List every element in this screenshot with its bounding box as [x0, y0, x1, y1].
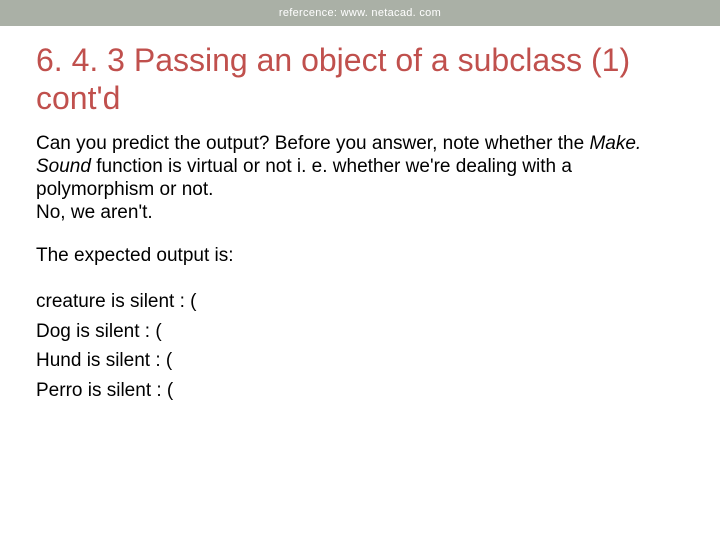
- output-line: creature is silent : (: [36, 287, 684, 316]
- output-block: creature is silent : ( Dog is silent : (…: [36, 287, 684, 405]
- expected-label: The expected output is:: [36, 244, 684, 267]
- p1-line2: No, we aren't.: [36, 202, 153, 223]
- reference-text: refercence: www. netacad. com: [279, 7, 441, 19]
- output-line: Perro is silent : (: [36, 376, 684, 405]
- header-bar: refercence: www. netacad. com: [0, 0, 720, 26]
- slide-content: 6. 4. 3 Passing an object of a subclass …: [0, 26, 720, 405]
- body-text: Can you predict the output? Before you a…: [36, 132, 684, 268]
- output-line: Hund is silent : (: [36, 346, 684, 375]
- p1-post: function is virtual or not i. e. whether…: [36, 156, 572, 200]
- paragraph-1: Can you predict the output? Before you a…: [36, 132, 684, 225]
- output-line: Dog is silent : (: [36, 317, 684, 346]
- slide-title: 6. 4. 3 Passing an object of a subclass …: [36, 42, 684, 118]
- p1-pre: Can you predict the output? Before you a…: [36, 133, 589, 154]
